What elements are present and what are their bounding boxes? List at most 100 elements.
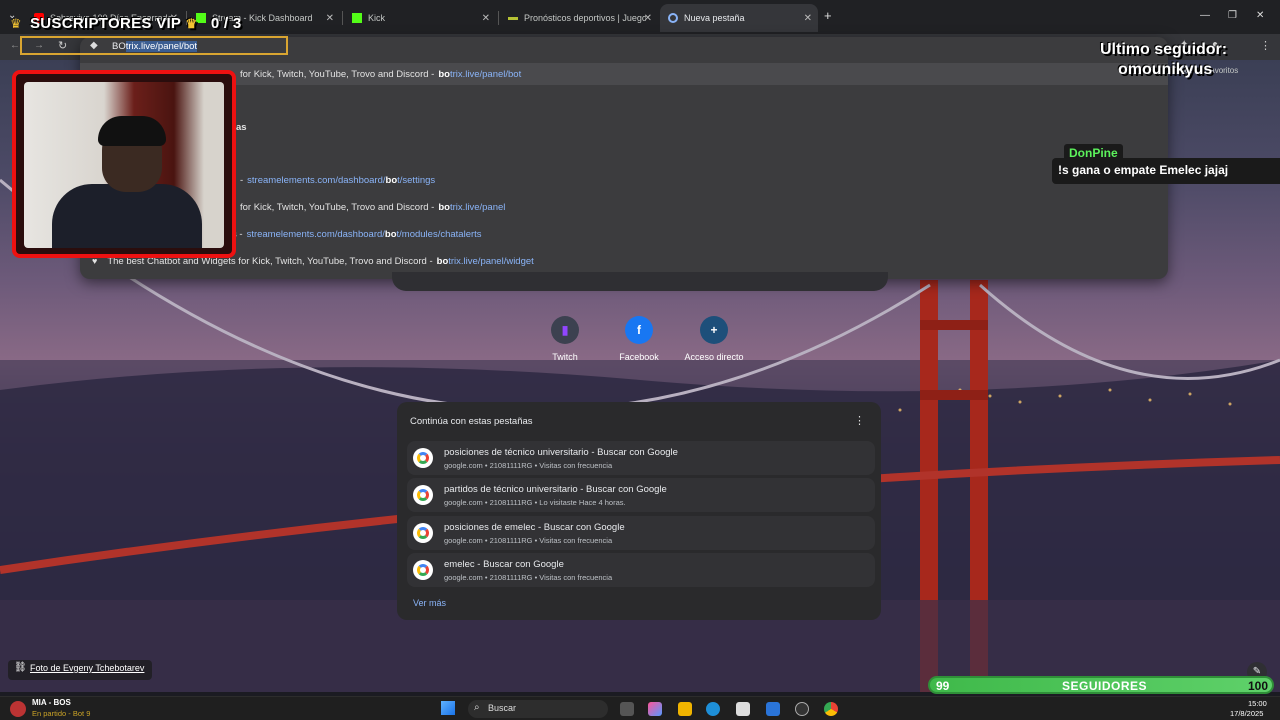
followers-goal-bar: 99 SEGUIDORES 100 bbox=[928, 676, 1274, 694]
suggestion-bold: bo bbox=[438, 201, 450, 213]
back-arrow-icon[interactable]: ← bbox=[10, 40, 20, 51]
shortcut-label: Facebook bbox=[619, 352, 659, 362]
windows-start-icon[interactable] bbox=[441, 701, 455, 715]
vip-count: 0 / 3 bbox=[210, 15, 242, 32]
omnibox-suggestion[interactable]: - streamelements.com/dashboard/bot/setti… bbox=[240, 169, 435, 191]
webcam-feed bbox=[24, 82, 224, 248]
list-item[interactable]: posiciones de técnico universitario - Bu… bbox=[407, 441, 875, 475]
copilot-icon[interactable] bbox=[648, 702, 662, 716]
tab-pronosticos[interactable]: Pronósticos deportivos | Juegos ✕ bbox=[500, 4, 658, 32]
suggestion-desc: for Kick, Twitch, YouTube, Trovo and Dis… bbox=[240, 201, 429, 213]
list-item[interactable]: emelec - Buscar con Google google.com • … bbox=[407, 553, 875, 587]
close-window-icon[interactable]: ✕ bbox=[1256, 10, 1264, 21]
weather-widget-icon[interactable] bbox=[10, 701, 26, 717]
crown-icon: ♛ bbox=[10, 16, 22, 31]
search-icon: ⌕ bbox=[474, 702, 480, 713]
suggestion-bold: bo bbox=[438, 68, 450, 80]
omnibox-dropdown: for Kick, Twitch, YouTube, Trovo and Dis… bbox=[80, 37, 1168, 279]
close-tab-icon[interactable]: ✕ bbox=[804, 13, 812, 24]
continue-tabs-card: Continúa con estas pestañas ⋮ posiciones… bbox=[397, 402, 881, 620]
obs-icon[interactable] bbox=[795, 702, 809, 716]
item-subtitle: google.com • 21081111RG • Lo visitaste H… bbox=[444, 498, 626, 507]
suggestion-url: t/modules/chatalerts bbox=[396, 228, 482, 240]
new-tab-plus-icon[interactable]: + bbox=[824, 8, 832, 23]
photo-credit-link[interactable]: ⛓ Foto de Evgeny Tchebotarev bbox=[8, 660, 153, 680]
suggestion-url: trix.live/panel/bot bbox=[449, 68, 522, 80]
vip-subscribers-overlay: SUSCRIPTORES VIP ♛ 0 / 3 bbox=[30, 15, 242, 32]
followers-label: SEGUIDORES bbox=[1062, 679, 1148, 693]
photo-credit-text: Foto de Evgeny Tchebotarev bbox=[30, 663, 145, 673]
shortcut-add[interactable]: + Acceso directo bbox=[674, 316, 754, 362]
followers-goal: 100 bbox=[1247, 679, 1268, 693]
suggestion-desc: as bbox=[236, 121, 247, 133]
chat-message: !s gana o empate Emelec jajaj bbox=[1052, 158, 1280, 184]
crown-icon: ♛ bbox=[185, 16, 198, 31]
edge-icon[interactable] bbox=[706, 702, 720, 716]
tab-title: Kick bbox=[368, 13, 386, 23]
suggestion-url: streamelements.com/dashboard/ bbox=[246, 228, 385, 240]
tab-new-tab[interactable]: Nueva pestaña ✕ bbox=[660, 4, 818, 32]
list-item[interactable]: posiciones de emelec - Buscar con Google… bbox=[407, 516, 875, 550]
tab-title: Pronósticos deportivos | Juegos bbox=[524, 13, 646, 23]
task-view-icon[interactable] bbox=[620, 702, 634, 716]
taskbar-search[interactable]: ⌕ Buscar bbox=[468, 700, 608, 718]
minimize-icon[interactable]: — bbox=[1200, 10, 1210, 21]
omnibox-suggestion[interactable]: for Kick, Twitch, YouTube, Trovo and Dis… bbox=[240, 196, 505, 218]
app-icon[interactable] bbox=[766, 702, 780, 716]
omnibox-suggestion[interactable]: for Kick, Twitch, YouTube, Trovo and Dis… bbox=[240, 63, 521, 85]
suggestion-bold: bo bbox=[385, 174, 398, 186]
see-more-link[interactable]: Ver más bbox=[413, 598, 446, 608]
close-tab-icon[interactable]: ✕ bbox=[326, 13, 334, 24]
chrome-taskbar-icon[interactable] bbox=[824, 702, 838, 716]
card-menu-icon[interactable]: ⋮ bbox=[854, 414, 865, 427]
google-icon bbox=[413, 523, 433, 543]
shortcut-label: Twitch bbox=[552, 352, 578, 362]
clock-date[interactable]: 17/8/2025 bbox=[1230, 709, 1263, 718]
weather-subtitle: En partido - Bot 9 bbox=[32, 709, 91, 718]
item-title: posiciones de emelec - Buscar con Google bbox=[444, 522, 625, 533]
vip-title: SUSCRIPTORES VIP bbox=[30, 15, 181, 32]
chrome-icon bbox=[668, 13, 678, 23]
suggestion-separator: - bbox=[431, 201, 435, 213]
shortcut-label: Acceso directo bbox=[684, 352, 744, 362]
last-follower-label: Ultimo seguidor: bbox=[1100, 41, 1228, 58]
restore-icon[interactable]: ❐ bbox=[1228, 10, 1237, 21]
suggestion-url: streamelements.com/dashboard/ bbox=[247, 174, 386, 186]
google-icon bbox=[413, 485, 433, 505]
last-follower-name: omounikyus bbox=[1118, 61, 1213, 78]
link-icon: ⛓ bbox=[14, 662, 27, 673]
google-icon bbox=[413, 448, 433, 468]
windows-taskbar: ⌕ Buscar bbox=[0, 696, 1280, 720]
menu-kebab-icon[interactable]: ⋮ bbox=[1260, 39, 1271, 52]
plus-icon: + bbox=[700, 316, 728, 344]
store-icon[interactable] bbox=[736, 702, 750, 716]
close-tab-icon[interactable]: ✕ bbox=[482, 13, 490, 24]
omnibox-suggestion[interactable]: s - streamelements.com/dashboard/bot/mod… bbox=[232, 223, 482, 245]
suggestion-separator: - bbox=[431, 68, 435, 80]
shortcut-twitch[interactable]: ▮ Twitch bbox=[525, 316, 605, 362]
tab-kick[interactable]: Kick ✕ bbox=[344, 4, 496, 32]
item-subtitle: google.com • 21081111RG • Visitas con fr… bbox=[444, 461, 613, 470]
webcam-overlay bbox=[12, 70, 236, 258]
list-item[interactable]: partidos de técnico universitario - Busc… bbox=[407, 478, 875, 512]
shortcut-facebook[interactable]: f Facebook bbox=[599, 316, 679, 362]
item-title: emelec - Buscar con Google bbox=[444, 559, 564, 570]
tab-title: Nueva pestaña bbox=[684, 13, 745, 23]
clock-time[interactable]: 15:00 bbox=[1248, 699, 1267, 708]
suggestion-separator: - bbox=[429, 255, 433, 267]
suggestion-separator: - bbox=[239, 228, 243, 240]
twitch-icon: ▮ bbox=[551, 316, 579, 344]
file-explorer-icon[interactable] bbox=[678, 702, 692, 716]
suggestion-desc: - bbox=[240, 174, 244, 186]
omnibox-suggestion[interactable]: as bbox=[236, 116, 247, 138]
google-search-box[interactable] bbox=[392, 272, 888, 291]
item-subtitle: google.com • 21081111RG • Visitas con fr… bbox=[444, 536, 613, 545]
item-title: posiciones de técnico universitario - Bu… bbox=[444, 447, 678, 458]
taskbar-search-label: Buscar bbox=[488, 703, 517, 713]
followers-current: 99 bbox=[936, 679, 950, 693]
kick-icon bbox=[352, 13, 362, 23]
bet-icon bbox=[508, 16, 518, 20]
suggestion-bold: bo bbox=[384, 228, 397, 240]
suggestion-url: trix.live/panel/widget bbox=[448, 255, 534, 267]
close-tab-icon[interactable]: ✕ bbox=[644, 13, 652, 24]
